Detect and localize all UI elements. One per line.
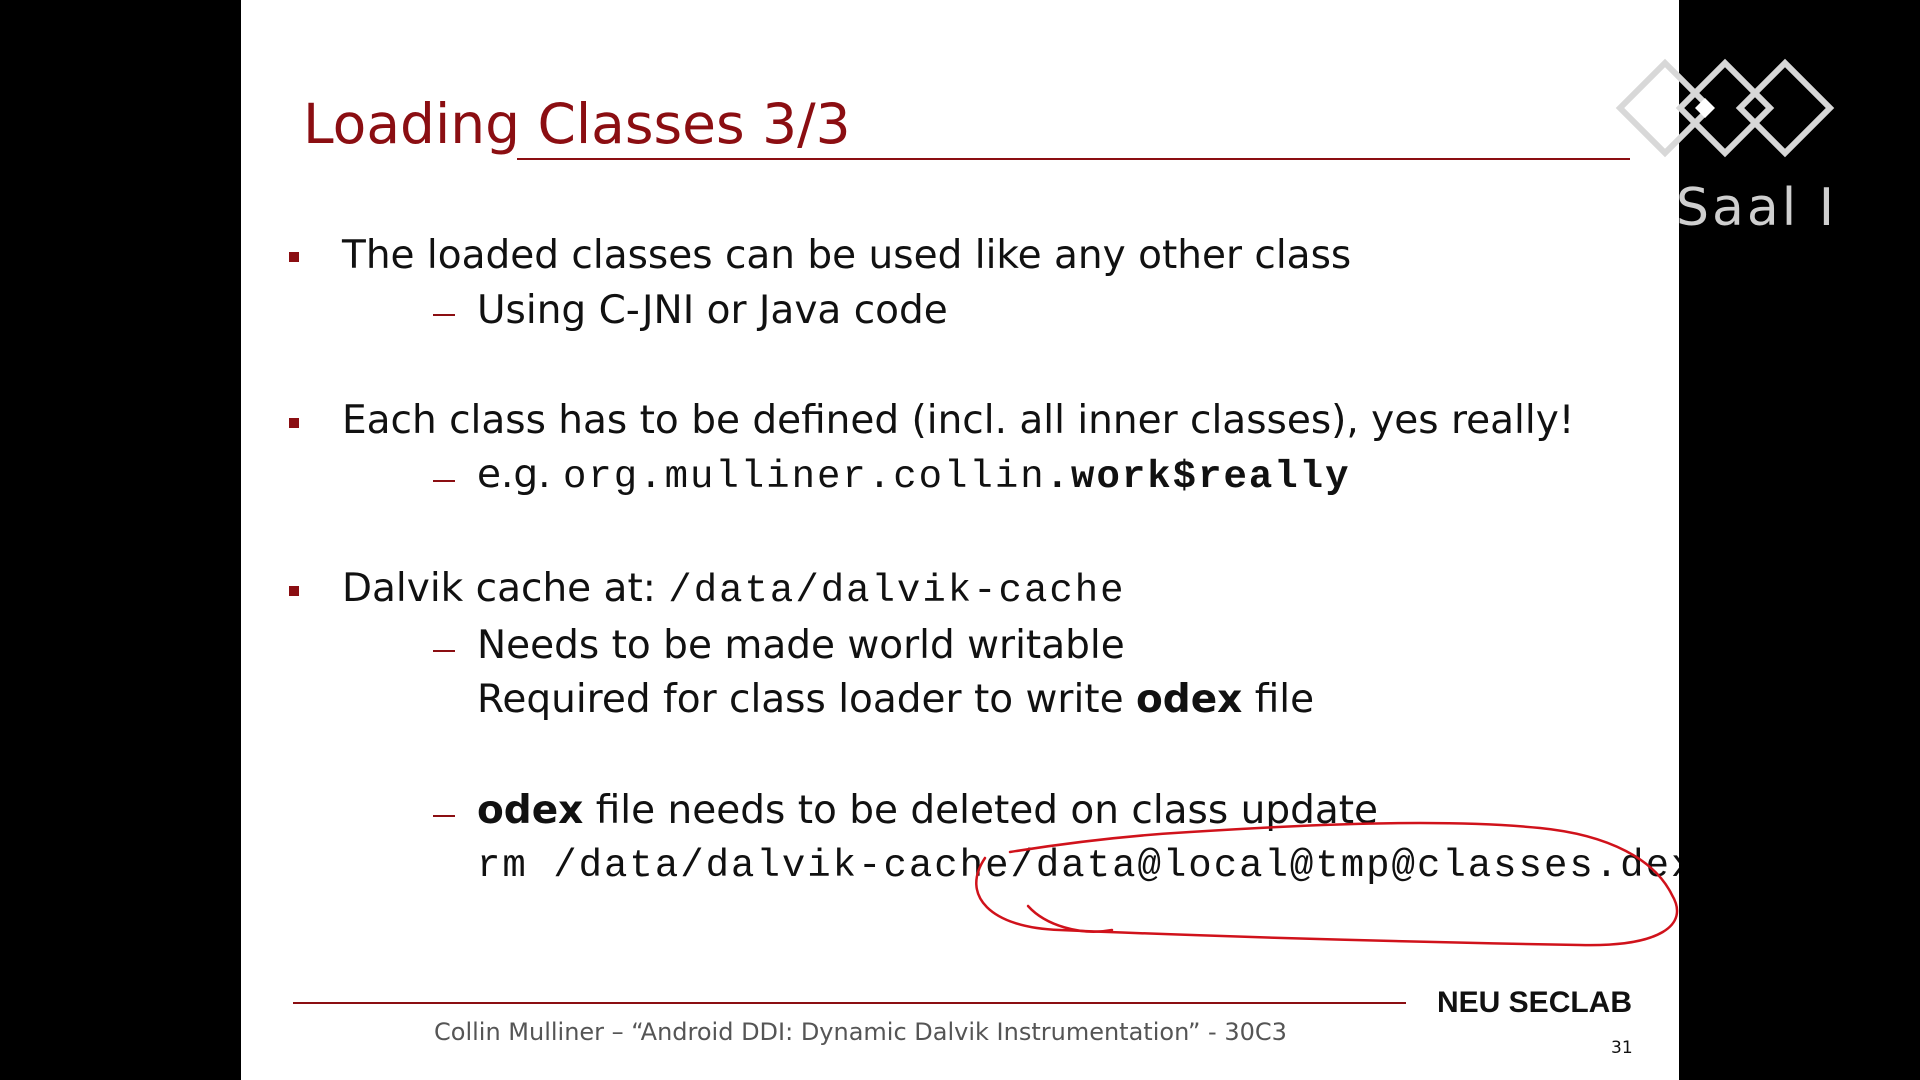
sub-bullet-dash bbox=[433, 650, 455, 652]
bullet-2-sub-code: org.mulliner.collin bbox=[562, 455, 1046, 499]
bullet-2-sub: e.g. org.mulliner.collin.work$really bbox=[477, 452, 1351, 499]
bullet-3-sub2-bold: odex bbox=[477, 788, 584, 833]
bullet-2-sub-prefix: e.g. bbox=[477, 452, 563, 497]
page-number: 31 bbox=[1611, 1038, 1633, 1058]
bullet-3-sub1-bold: odex bbox=[1135, 677, 1243, 722]
bullet-3-sub2-code: rm /data/dalvik-cache/data@local@tmp@cla… bbox=[477, 844, 1679, 888]
slide-title: Loading Classes 3/3 bbox=[303, 92, 851, 156]
footer-text: Collin Mulliner – “Android DDI: Dynamic … bbox=[434, 1018, 1287, 1046]
footer-rule bbox=[293, 1002, 1406, 1004]
bullet-2-sub-code-bold: .work$really bbox=[1045, 455, 1351, 499]
bullet-2-text: Each class has to be defined (incl. all … bbox=[342, 398, 1575, 443]
bullet-3-code: /data/dalvik-cache bbox=[668, 569, 1126, 613]
bullet-marker bbox=[289, 418, 299, 428]
bullet-3-sub2: odex file needs to be deleted on class u… bbox=[477, 788, 1378, 833]
lab-label: NEU SECLAB bbox=[1437, 986, 1633, 1019]
bullet-1-sub: Using C-JNI or Java code bbox=[477, 288, 948, 333]
logo-text: Saal I bbox=[1676, 178, 1838, 238]
slide: Loading Classes 3/3 The loaded classes c… bbox=[241, 0, 1679, 1080]
bullet-3-sub1-line2: Required for class loader to write odex … bbox=[477, 677, 1314, 722]
bullet-1-text: The loaded classes can be used like any … bbox=[342, 233, 1352, 278]
sub-bullet-dash bbox=[433, 480, 455, 482]
sub-bullet-dash bbox=[433, 815, 455, 817]
bullet-3-sub2-text: file needs to be deleted on class update bbox=[583, 788, 1379, 833]
bullet-marker bbox=[289, 586, 299, 596]
sub-bullet-dash bbox=[433, 314, 455, 316]
bullet-3-sub1-pre: Required for class loader to write bbox=[477, 677, 1136, 722]
title-underline bbox=[517, 158, 1630, 160]
bullet-3-sub1-post: file bbox=[1242, 677, 1315, 722]
30c3-logo-icon bbox=[1615, 58, 1835, 158]
bullet-3-sub1-line1: Needs to be made world writable bbox=[477, 623, 1125, 668]
bullet-3-label: Dalvik cache at: bbox=[342, 566, 669, 611]
bullet-marker bbox=[289, 252, 299, 262]
bullet-3-text: Dalvik cache at: /data/dalvik-cache bbox=[342, 566, 1126, 613]
